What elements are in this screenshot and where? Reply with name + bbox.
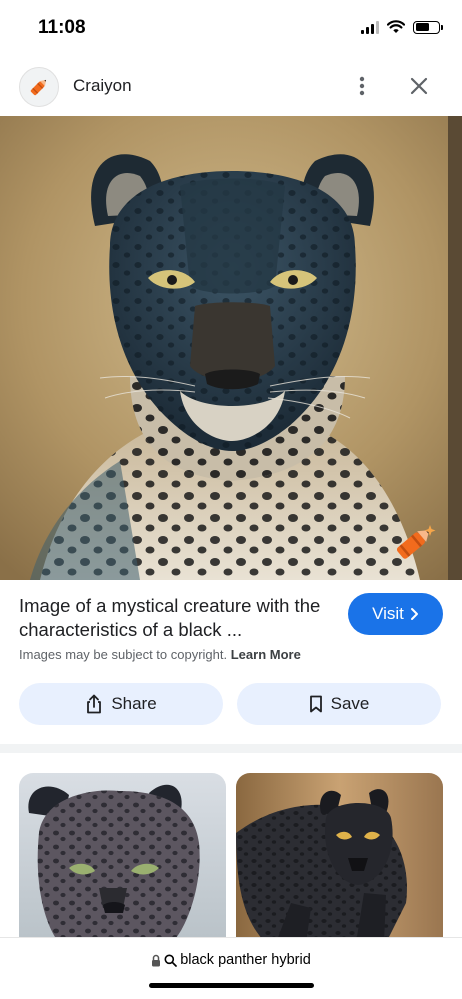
save-button[interactable]: Save [237, 683, 441, 725]
status-time: 11:08 [38, 17, 86, 38]
related-black-panther-image [236, 773, 443, 943]
more-vertical-icon [359, 76, 365, 96]
related-panther-image [19, 773, 226, 943]
craiyon-logo-icon[interactable] [19, 67, 59, 107]
copyright-notice: Images may be subject to copyright. Lear… [19, 647, 301, 662]
share-button[interactable]: Share [19, 683, 223, 725]
visit-button[interactable]: Visit [348, 593, 443, 635]
address-bar[interactable]: black panther hybrid [0, 937, 462, 999]
save-label: Save [330, 694, 370, 713]
panther-hybrid-image [0, 116, 462, 580]
site-name[interactable]: Craiyon [73, 76, 132, 96]
bookmark-icon [309, 695, 322, 713]
related-image-card[interactable] [19, 773, 226, 943]
url-row[interactable]: black panther hybrid [0, 952, 462, 968]
cellular-signal-icon [361, 20, 379, 34]
related-image-card[interactable] [236, 773, 443, 943]
copyright-text: Images may be subject to copyright. [19, 647, 228, 662]
main-image[interactable] [0, 116, 462, 580]
more-options-button[interactable] [346, 70, 378, 102]
close-icon [410, 77, 428, 95]
status-bar: 11:08 [0, 0, 462, 60]
share-label: Share [111, 694, 157, 713]
search-icon [164, 954, 178, 967]
url-text[interactable]: black panther hybrid [180, 952, 311, 968]
status-icons [361, 20, 443, 34]
visit-label: Visit [372, 604, 404, 623]
section-divider [0, 744, 462, 753]
image-info: Image of a mystical creature with the ch… [0, 580, 462, 740]
home-indicator[interactable] [149, 983, 314, 988]
craiyon-watermark-icon [390, 519, 438, 567]
source-header: Craiyon [0, 60, 462, 116]
battery-icon [413, 20, 443, 34]
learn-more-link[interactable]: Learn More [231, 647, 301, 662]
wifi-icon [387, 20, 405, 33]
image-title[interactable]: Image of a mystical creature with the ch… [19, 594, 329, 642]
lock-icon [152, 954, 161, 966]
chevron-right-icon [410, 608, 418, 620]
close-button[interactable] [403, 70, 435, 102]
share-icon [87, 694, 102, 714]
